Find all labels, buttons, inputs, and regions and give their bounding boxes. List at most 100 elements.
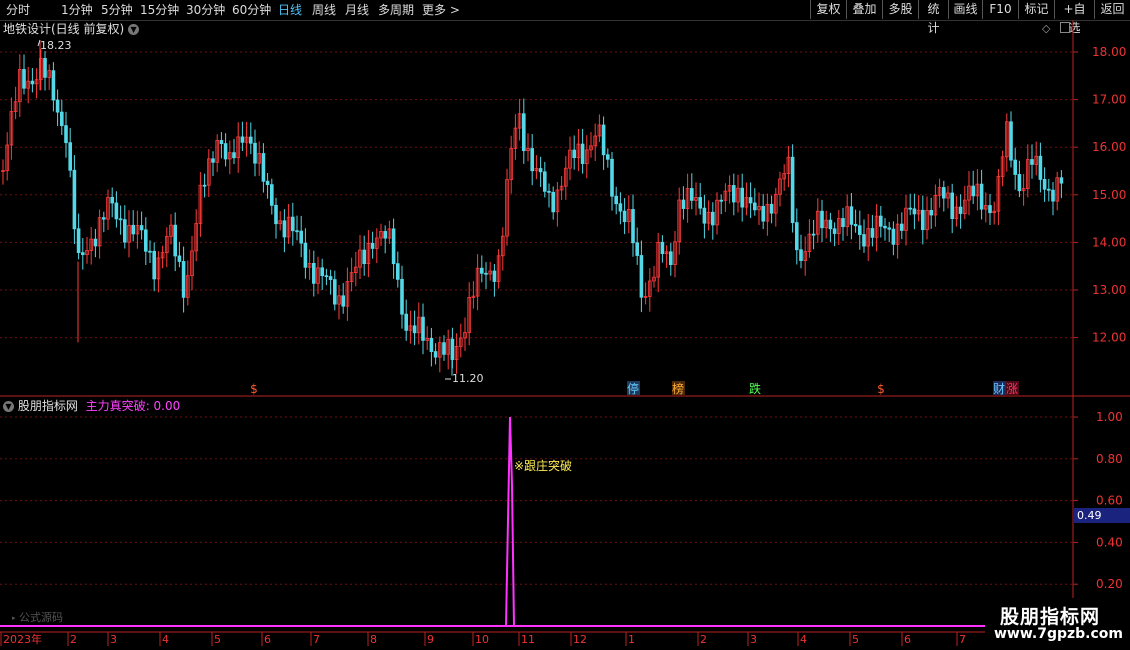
candle-body bbox=[299, 230, 303, 244]
candle-body bbox=[316, 267, 320, 284]
candle-body bbox=[513, 127, 518, 149]
candle-body bbox=[391, 228, 396, 265]
candle-body bbox=[769, 203, 774, 214]
candle-body bbox=[694, 197, 698, 201]
event-marker-bg bbox=[672, 381, 685, 395]
back-button[interactable]: 返回 bbox=[1094, 0, 1130, 19]
candle-body bbox=[883, 225, 887, 229]
period-toolbar: 分时 1分钟 5分钟 15分钟 30分钟 60分钟 日线 周线 月线 多周期 更… bbox=[0, 0, 1130, 35]
date-tick-label: 11 bbox=[521, 633, 535, 646]
candle-body bbox=[337, 295, 341, 305]
candle-body bbox=[332, 279, 337, 305]
event-marker: 榜 bbox=[672, 381, 684, 396]
candle-body bbox=[837, 218, 841, 234]
formula-source-link[interactable]: ▸ 公式源码 bbox=[12, 609, 63, 625]
f10-button[interactable]: F10 bbox=[982, 0, 1018, 19]
event-marker: 财 bbox=[993, 382, 1005, 396]
candle-body bbox=[353, 266, 358, 274]
window-icon[interactable] bbox=[1060, 22, 1070, 33]
period-tab-60min[interactable]: 60分钟 bbox=[232, 1, 271, 19]
candle-body bbox=[223, 143, 228, 160]
multi-stock-button[interactable]: 多股 bbox=[882, 0, 918, 19]
candle-body bbox=[841, 218, 845, 228]
candle-body bbox=[849, 206, 854, 225]
period-tab-more[interactable]: 更多 > bbox=[422, 1, 460, 19]
candle-body bbox=[429, 337, 434, 352]
candle-body bbox=[635, 242, 639, 256]
candle-body bbox=[656, 241, 660, 278]
candle-body bbox=[232, 152, 236, 159]
candle-body bbox=[853, 223, 858, 227]
candle-body bbox=[139, 225, 144, 231]
candle-body bbox=[1026, 159, 1030, 189]
chevron-down-icon[interactable]: ▼ bbox=[128, 24, 140, 35]
indicator-tick-label: 0.80 bbox=[1096, 452, 1123, 466]
indicator-grid bbox=[0, 416, 1073, 585]
candle-body bbox=[748, 197, 753, 204]
period-tab-15min[interactable]: 15分钟 bbox=[140, 1, 179, 19]
candle-body bbox=[194, 223, 199, 252]
candle-body bbox=[1059, 177, 1064, 184]
candle-body bbox=[148, 250, 152, 253]
candle-body bbox=[572, 149, 576, 158]
candle-body bbox=[706, 211, 711, 224]
period-tab-1min[interactable]: 1分钟 bbox=[61, 1, 93, 19]
period-tab-monthly[interactable]: 月线 bbox=[345, 1, 369, 19]
candle-body bbox=[22, 69, 26, 89]
candle-body bbox=[471, 295, 476, 298]
period-tab-weekly[interactable]: 周线 bbox=[312, 1, 336, 19]
candle-body bbox=[816, 210, 820, 235]
candle-body bbox=[627, 209, 631, 223]
candle-body bbox=[257, 153, 261, 164]
candle-body bbox=[1017, 174, 1022, 192]
candle-body bbox=[774, 193, 778, 214]
candle-body bbox=[610, 158, 614, 197]
candle-body bbox=[131, 224, 136, 235]
candle-body bbox=[929, 210, 933, 216]
candle-body bbox=[555, 189, 560, 213]
candle-body bbox=[845, 206, 849, 228]
period-tab-30min[interactable]: 30分钟 bbox=[186, 1, 225, 19]
candle-body bbox=[13, 101, 18, 112]
period-tab-fenshi[interactable]: 分时 bbox=[6, 1, 30, 19]
candle-body bbox=[715, 199, 719, 226]
candle-body bbox=[412, 325, 417, 334]
overlay-button[interactable]: 叠加 bbox=[846, 0, 882, 19]
candle-body bbox=[698, 197, 702, 209]
price-tick-label: 18.00 bbox=[1092, 45, 1126, 59]
candle-body bbox=[106, 196, 110, 220]
candle-body bbox=[828, 219, 833, 230]
indicator-tick-label: 1.00 bbox=[1096, 410, 1123, 424]
date-tick-label: 2023年 bbox=[3, 632, 42, 646]
candle-body bbox=[597, 124, 602, 137]
period-tab-daily[interactable]: 日线 bbox=[278, 1, 302, 19]
watermark-url: www.7gpzb.com bbox=[994, 626, 1124, 642]
chevron-down-icon[interactable]: ▼ bbox=[3, 401, 14, 412]
add-watchlist-button[interactable]: +自选 bbox=[1054, 0, 1094, 35]
candle-body bbox=[72, 169, 77, 230]
candle-body bbox=[383, 231, 387, 239]
candle-body bbox=[421, 316, 425, 341]
candle-body bbox=[765, 203, 770, 222]
candle-body bbox=[585, 149, 589, 164]
candle-body bbox=[652, 276, 656, 282]
low-price-label: 11.20 bbox=[452, 372, 484, 385]
candle-body bbox=[1009, 121, 1013, 161]
period-tab-multi[interactable]: 多周期 bbox=[378, 1, 414, 19]
candle-body bbox=[677, 199, 681, 243]
candle-body bbox=[408, 325, 413, 331]
date-tick-label: 5 bbox=[852, 633, 859, 646]
diamond-icon[interactable]: ◇ bbox=[1042, 22, 1050, 35]
period-tab-5min[interactable]: 5分钟 bbox=[101, 1, 133, 19]
draw-button[interactable]: 画线 bbox=[948, 0, 982, 19]
date-tick-label: 3 bbox=[750, 633, 757, 646]
stock-title: 地铁设计(日线 前复权) bbox=[3, 22, 125, 36]
adjust-button[interactable]: 复权 bbox=[810, 0, 846, 19]
candle-body bbox=[631, 209, 635, 244]
date-tick-label: 9 bbox=[427, 633, 434, 646]
high-arrow bbox=[37, 39, 41, 47]
mark-button[interactable]: 标记 bbox=[1018, 0, 1054, 19]
candle-body bbox=[190, 250, 194, 277]
stats-button[interactable]: 统计 bbox=[918, 0, 948, 35]
candle-body bbox=[253, 142, 257, 164]
